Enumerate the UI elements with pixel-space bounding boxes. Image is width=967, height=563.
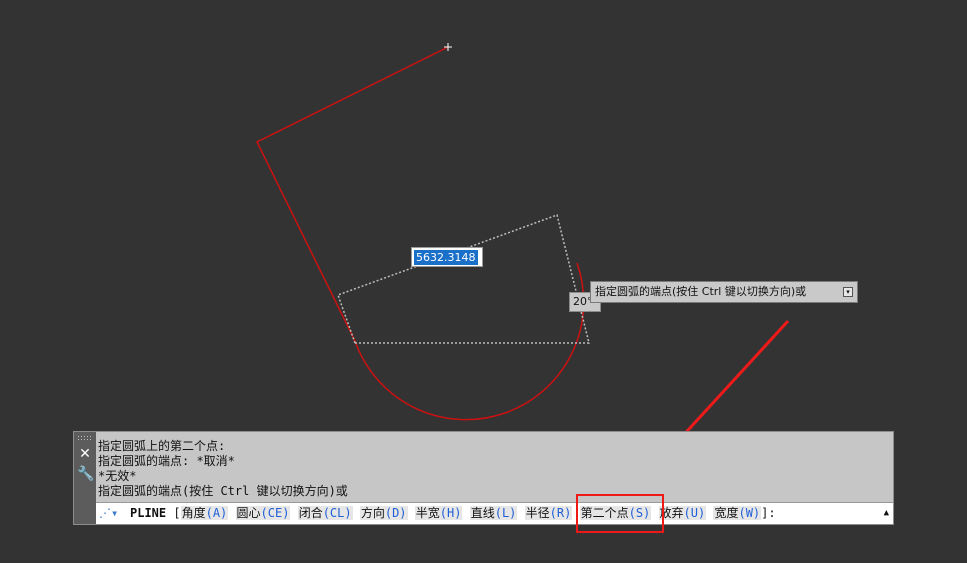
option-direction[interactable]: 方向(D) xyxy=(359,506,408,520)
command-panel-sidebar: ✕ 🔧 xyxy=(74,432,96,524)
command-name: PLINE xyxy=(130,506,167,520)
option-label: 角度 xyxy=(181,506,206,520)
dynamic-distance-input[interactable]: 5632.3148 xyxy=(411,247,483,267)
expand-down-icon[interactable]: ▾ xyxy=(843,287,853,297)
history-line: 指定圆弧的端点(按住 Ctrl 键以切换方向)或 xyxy=(98,484,348,498)
option-radius[interactable]: 半径(R) xyxy=(524,506,573,520)
annotation-highlight-box xyxy=(576,494,664,533)
drag-grip-icon[interactable] xyxy=(77,435,93,440)
wrench-icon[interactable]: 🔧 xyxy=(77,466,94,482)
options-open-bracket: [ xyxy=(173,506,181,520)
option-key: (L) xyxy=(494,506,517,520)
option-key: (CE) xyxy=(260,506,290,520)
option-line[interactable]: 直线(L) xyxy=(469,506,518,520)
option-key: (H) xyxy=(439,506,462,520)
option-label: 方向 xyxy=(360,506,385,520)
option-label: 宽度 xyxy=(714,506,739,520)
command-line-panel: ✕ 🔧 指定圆弧上的第二个点: 指定圆弧的端点: *取消* *无效* 指定圆弧的… xyxy=(73,431,894,525)
command-prompt-icon[interactable]: ⋰▾ xyxy=(99,503,121,523)
close-icon[interactable]: ✕ xyxy=(77,446,93,462)
dynamic-prompt-tooltip: 指定圆弧的端点(按住 Ctrl 键以切换方向)或 ▾ xyxy=(590,281,858,303)
option-label: 闭合 xyxy=(298,506,323,520)
option-undo[interactable]: 放弃(U) xyxy=(658,506,707,520)
option-width[interactable]: 宽度(W) xyxy=(713,506,762,520)
option-angle[interactable]: 角度(A) xyxy=(180,506,229,520)
option-halfwidth[interactable]: 半宽(H) xyxy=(414,506,463,520)
crosshair-cursor-icon xyxy=(444,43,452,51)
option-key: (CL) xyxy=(322,506,352,520)
options-close-bracket: ]: xyxy=(761,506,776,520)
preview-dotted-lines xyxy=(337,214,590,344)
option-key: (A) xyxy=(205,506,228,520)
option-key: (D) xyxy=(384,506,407,520)
option-key: (R) xyxy=(549,506,572,520)
command-text: PLINE [角度(A) 圆心(CE) 闭合(CL) 方向(D) 半宽(H) 直… xyxy=(130,503,776,523)
option-key: (W) xyxy=(738,506,761,520)
option-center[interactable]: 圆心(CE) xyxy=(235,506,291,520)
option-label: 半径 xyxy=(525,506,550,520)
command-input-line[interactable]: ⋰▾ PLINE [角度(A) 圆心(CE) 闭合(CL) 方向(D) 半宽(H… xyxy=(96,502,893,524)
option-close[interactable]: 闭合(CL) xyxy=(297,506,353,520)
history-line: 指定圆弧的端点: *取消* xyxy=(98,454,235,468)
history-line: 指定圆弧上的第二个点: xyxy=(98,439,226,453)
dynamic-distance-value: 5632.3148 xyxy=(414,250,478,265)
option-label: 圆心 xyxy=(236,506,261,520)
option-key: (U) xyxy=(683,506,706,520)
polyline-arc xyxy=(354,262,585,421)
command-history: 指定圆弧上的第二个点: 指定圆弧的端点: *取消* *无效* 指定圆弧的端点(按… xyxy=(98,439,888,499)
history-line: *无效* xyxy=(98,469,137,483)
option-label: 直线 xyxy=(470,506,495,520)
polyline-segments xyxy=(255,46,449,342)
option-label: 半宽 xyxy=(415,506,440,520)
prompt-tooltip-text: 指定圆弧的端点(按住 Ctrl 键以切换方向)或 xyxy=(595,285,807,298)
scroll-up-icon[interactable]: ▲ xyxy=(884,503,889,523)
